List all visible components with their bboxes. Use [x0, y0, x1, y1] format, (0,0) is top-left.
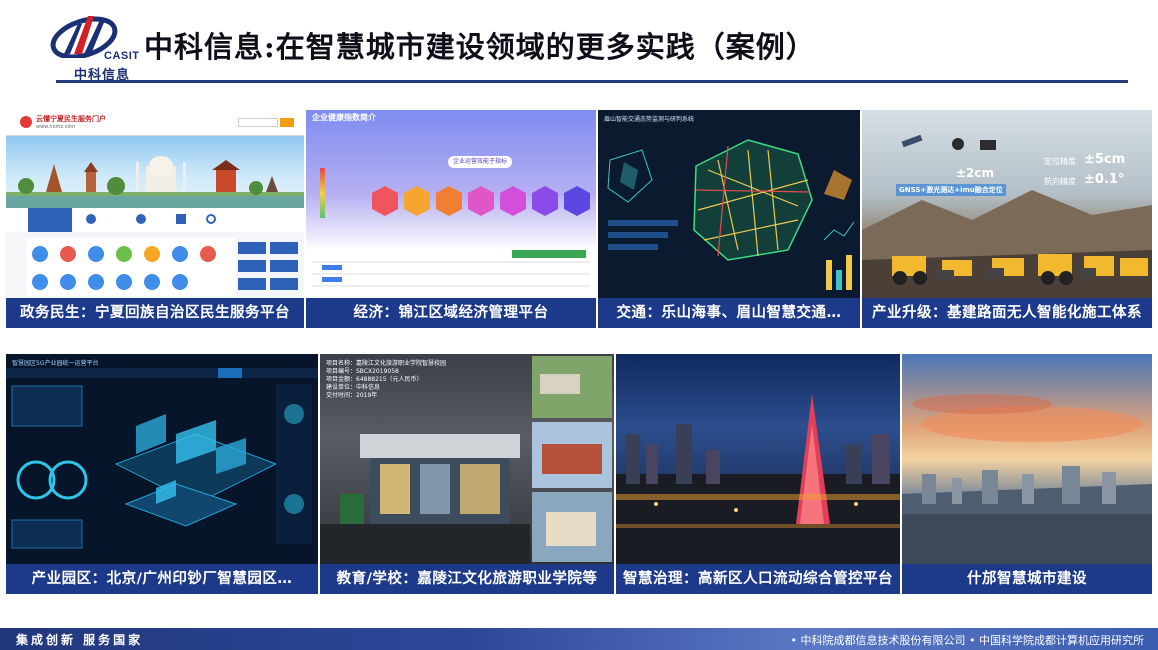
casit-logo: CASIT 中科信息	[44, 14, 140, 83]
case-caption-governance: 智慧治理：高新区人口流动综合管控平台	[616, 564, 900, 594]
nav-home-icon[interactable]	[28, 208, 72, 232]
case-caption-traffic: 交通：乐山海事、眉山智慧交通…	[598, 298, 860, 328]
case-caption-industry: 产业升级：基建路面无人智能化施工体系	[862, 298, 1152, 328]
case-image-education: 项目名称：嘉陵江文化旅游职业学院智慧校园 项目编号：SBCX2019058 项目…	[320, 354, 614, 564]
economy-gauge-bar	[320, 168, 325, 218]
case-card-park[interactable]: 智慧园区5G产业园统一运营平台 产业园区：北京/广州印钞厂智慧园区…	[6, 354, 318, 594]
night-city-skyline	[616, 394, 900, 564]
case-card-shifang[interactable]: 什邡智慧城市建设	[902, 354, 1152, 594]
economy-screen-title: 企业健康指数简介	[312, 113, 376, 122]
service-icon-grid	[26, 238, 236, 296]
service-side-buttons[interactable]	[238, 238, 298, 296]
logo-latin-text: CASIT	[104, 50, 140, 62]
case-caption-shifang: 什邡智慧城市建设	[902, 564, 1152, 594]
case-card-industry[interactable]: GNSS+激光测达+imu融合定位 ±2cm 定位精度 ±5cm 航向精度 ±0…	[862, 110, 1152, 328]
nav-group-icon[interactable]	[136, 214, 146, 224]
portal-url: www.nxmz.com	[36, 124, 76, 130]
case-card-governance[interactable]: 智慧治理：高新区人口流动综合管控平台	[616, 354, 900, 594]
case-card-traffic[interactable]: 眉山智能交通态势监测与研判系统 交通：乐山海事、眉山智慧交通…	[598, 110, 860, 328]
nav-user-icon[interactable]	[86, 214, 96, 224]
portal-nav-bar	[6, 208, 304, 232]
case-image-economy: 企业健康指数简介 企业运营效能子指标	[306, 110, 596, 298]
slide-header: CASIT 中科信息 中科信息:在智慧城市建设领域的更多实践（案例）	[0, 0, 1158, 84]
heading-accuracy-label: 航向精度	[1044, 177, 1076, 186]
park-3d-model	[6, 368, 318, 549]
case-image-gov: 云懂宁夏民生服务门户 www.nxmz.com	[6, 110, 304, 298]
portal-title: 云懂宁夏民生服务门户	[36, 115, 106, 123]
ningxia-landmarks-banner	[6, 136, 304, 208]
case-card-economy[interactable]: 企业健康指数简介 企业运营效能子指标 经济：锦江区域经济管理平台	[306, 110, 596, 328]
gnss-label: GNSS+激光测达+imu融合定位	[896, 184, 1006, 196]
case-image-traffic: 眉山智能交通态势监测与研判系统	[598, 110, 860, 298]
footer-slogan: 集成创新 服务国家	[16, 633, 144, 647]
campus-building-render	[320, 356, 612, 564]
case-image-governance	[616, 354, 900, 564]
portal-logo-icon	[20, 116, 32, 128]
economy-index-center: 企业运营效能子指标	[448, 156, 512, 168]
traffic-road-map	[607, 139, 855, 290]
portal-search-input[interactable]	[238, 118, 278, 127]
case-caption-education: 教育/学校：嘉陵江文化旅游职业学院等	[320, 564, 614, 594]
nav-doc-icon[interactable]	[176, 214, 186, 224]
nav-browser-icon[interactable]	[206, 214, 216, 224]
case-card-gov[interactable]: 云懂宁夏民生服务门户 www.nxmz.com 政务民生：宁夏回族自治区民生服务…	[6, 110, 304, 328]
title-divider	[56, 80, 1128, 83]
economy-data-table	[312, 248, 590, 296]
landmark-skyline-icon	[6, 156, 304, 208]
sunset-city-panorama	[902, 394, 1152, 564]
case-image-park: 智慧园区5G产业园统一运营平台	[6, 354, 318, 564]
position-accuracy-value: ±5cm	[1084, 152, 1126, 167]
slide-footer: 集成创新 服务国家 • 中科院成都信息技术股份有限公司 • 中国科学院成都计算机…	[0, 628, 1158, 650]
portal-search-button[interactable]	[280, 118, 294, 127]
case-caption-park: 产业园区：北京/广州印钞厂智慧园区…	[6, 564, 318, 594]
construction-machinery-scene	[862, 134, 1152, 298]
heading-accuracy-value: ±0.1°	[1084, 172, 1125, 187]
economy-index-hexagons	[370, 184, 592, 218]
case-card-education[interactable]: 项目名称：嘉陵江文化旅游职业学院智慧校园 项目编号：SBCX2019058 项目…	[320, 354, 614, 594]
position-accuracy-label: 定位精度	[1044, 157, 1076, 166]
footer-organization: • 中科院成都信息技术股份有限公司 • 中国科学院成都计算机应用研究所	[790, 634, 1144, 647]
case-image-industry: GNSS+激光测达+imu融合定位 ±2cm 定位精度 ±5cm 航向精度 ±0…	[862, 110, 1152, 298]
case-caption-economy: 经济：锦江区域经济管理平台	[306, 298, 596, 328]
mid-precision-value: ±2cm	[956, 166, 995, 180]
case-caption-gov: 政务民生：宁夏回族自治区民生服务平台	[6, 298, 304, 328]
page-title: 中科信息:在智慧城市建设领域的更多实践（案例）	[144, 30, 816, 64]
case-image-shifang	[902, 354, 1152, 564]
